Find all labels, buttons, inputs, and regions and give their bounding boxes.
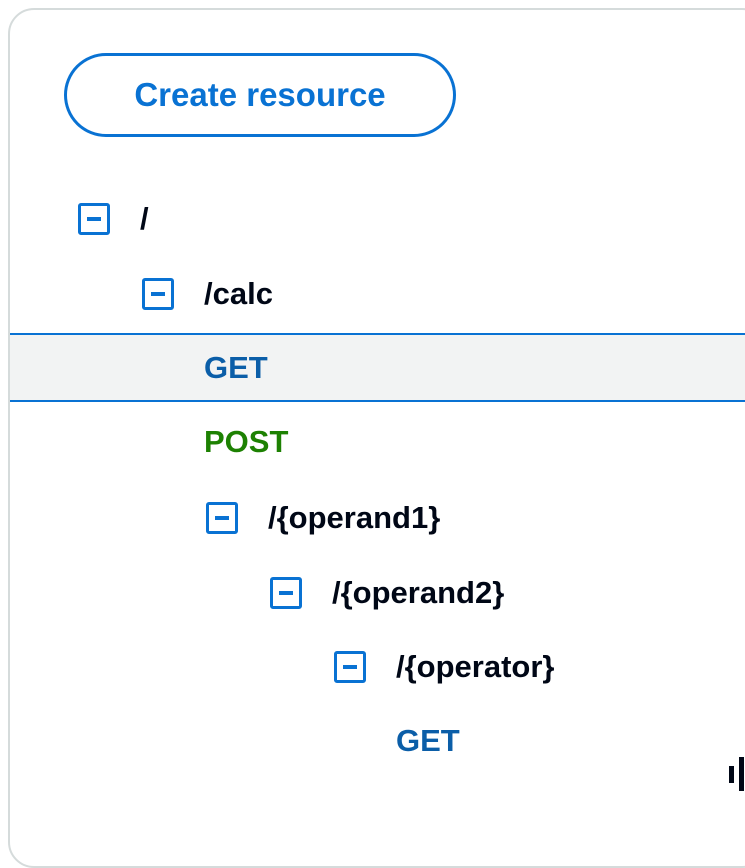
- resize-handle-icon[interactable]: [729, 757, 745, 793]
- collapse-icon[interactable]: [270, 577, 302, 609]
- tree-node-calc[interactable]: /calc: [10, 261, 745, 327]
- method-label: POST: [204, 424, 289, 459]
- tree-node-operator[interactable]: /{operator}: [10, 634, 745, 700]
- resource-path: /{operand2}: [332, 575, 505, 610]
- method-label: GET: [204, 349, 268, 385]
- tree-method-operator-get[interactable]: GET: [10, 708, 745, 774]
- resource-path: /{operand1}: [268, 500, 441, 535]
- method-label: GET: [396, 723, 460, 758]
- resource-path: /{operator}: [396, 649, 555, 684]
- tree-method-calc-post[interactable]: POST: [10, 409, 745, 475]
- tree-method-calc-get[interactable]: GET: [10, 333, 745, 402]
- collapse-icon[interactable]: [334, 651, 366, 683]
- tree-node-operand1[interactable]: /{operand1}: [10, 485, 745, 551]
- collapse-icon[interactable]: [206, 502, 238, 534]
- tree-node-root[interactable]: /: [10, 186, 745, 252]
- collapse-icon[interactable]: [142, 278, 174, 310]
- create-resource-button[interactable]: Create resource: [64, 53, 456, 137]
- resource-path: /calc: [204, 276, 273, 311]
- tree-node-operand2[interactable]: /{operand2}: [10, 560, 745, 626]
- resource-path: /: [140, 201, 149, 236]
- collapse-icon[interactable]: [78, 203, 110, 235]
